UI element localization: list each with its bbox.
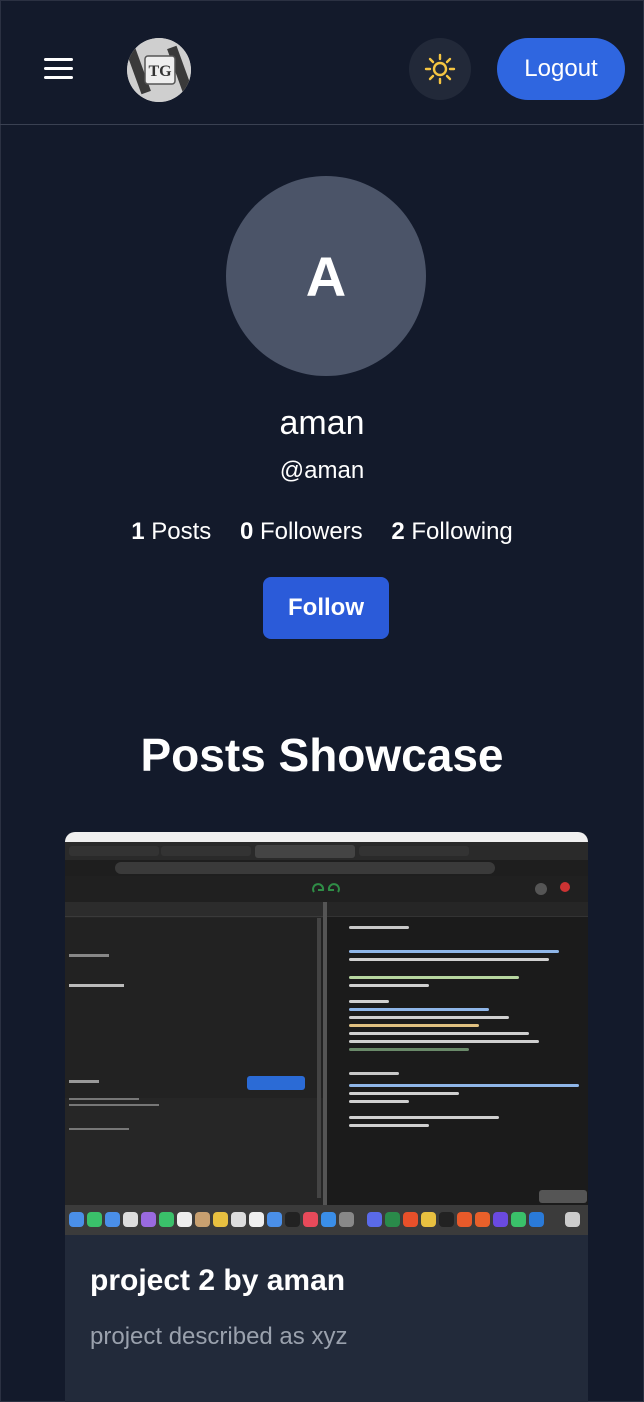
posts-label: Posts	[151, 518, 212, 545]
post-title: project 2 by aman	[90, 1264, 346, 1297]
follow-button[interactable]: Follow	[263, 577, 389, 639]
post-description: project described as xyz	[90, 1323, 348, 1350]
logout-button[interactable]: Logout	[497, 38, 625, 100]
posts-count: 1	[131, 518, 145, 545]
following-count: 2	[391, 518, 405, 545]
profile-avatar: A	[226, 176, 426, 376]
post-image	[65, 832, 588, 1235]
avatar-letter: A	[305, 244, 347, 308]
following-stat[interactable]: 2 Following	[391, 518, 512, 546]
theme-toggle-button[interactable]	[409, 38, 471, 100]
menu-button[interactable]	[44, 58, 73, 80]
post-card[interactable]: project 2 by aman project described as x…	[65, 832, 588, 1402]
sun-icon	[424, 53, 456, 85]
logo-image: TG	[127, 38, 191, 102]
profile-stats: 1 Posts 0 Followers 2 Following	[0, 518, 644, 546]
posts-section-title: Posts Showcase	[140, 729, 504, 781]
app-logo[interactable]: TG	[127, 38, 191, 102]
following-label: Following	[411, 518, 513, 545]
top-navbar: TG Logout	[0, 0, 644, 125]
profile-handle: @aman	[279, 457, 365, 484]
followers-count: 0	[239, 518, 254, 545]
profile-name: aman	[279, 404, 365, 442]
followers-label: Followers	[259, 518, 363, 545]
logo-text: TG	[148, 63, 172, 80]
followers-stat[interactable]: 0 Followers	[240, 518, 363, 546]
posts-stat[interactable]: 1 Posts	[131, 518, 211, 546]
